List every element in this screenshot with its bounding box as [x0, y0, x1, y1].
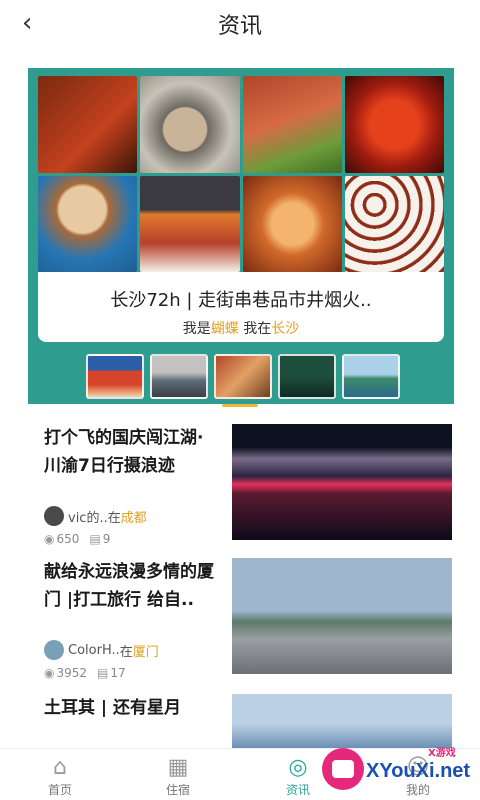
- banner-thumbnail[interactable]: [86, 354, 144, 399]
- author-city: 厦门: [132, 644, 159, 660]
- building-icon: ▦: [167, 755, 189, 780]
- banner-title: 长沙72h | 走街串巷品市井烟火..: [110, 290, 372, 311]
- article-title: 献给永远浪漫多情的厦门 |打工旅行 给自..: [44, 562, 214, 610]
- food-photo: [140, 175, 240, 272]
- site-watermark: X游戏 XYouXi.net: [320, 742, 476, 796]
- article-author: vic的.. 在成都: [44, 506, 147, 526]
- view-count: 650: [56, 532, 80, 546]
- eye-icon: ◉: [44, 532, 55, 546]
- watermark-site-text: XYouXi.net: [366, 760, 471, 782]
- location-prefix: 在: [119, 644, 133, 660]
- subtitle-mid: 我在: [238, 321, 272, 337]
- food-photo: [38, 175, 138, 272]
- banner-author: 蝴蝶: [210, 321, 239, 337]
- article-stats: ◉ 650 ▤ 9: [44, 532, 110, 546]
- food-photo: [344, 175, 444, 272]
- food-photo: [140, 76, 240, 173]
- food-photo: [344, 76, 444, 173]
- comment-icon: ▤: [97, 666, 109, 680]
- home-icon: ⌂: [53, 755, 67, 780]
- food-photo-collage: [38, 76, 444, 272]
- author-city: 成都: [120, 510, 147, 526]
- author-name: ColorH..: [68, 642, 120, 658]
- article-title: 土耳其 | 还有星月: [44, 698, 182, 718]
- watermark-logo-icon: [322, 748, 364, 790]
- article-cover-image: [232, 424, 452, 540]
- banner-thumbnail-strip: [86, 354, 400, 402]
- view-count: 3952: [56, 666, 88, 680]
- comment-count: 17: [110, 666, 126, 680]
- banner-thumbnail[interactable]: [342, 354, 400, 399]
- banner-city: 长沙: [271, 321, 300, 337]
- author-name: vic的..: [68, 510, 108, 526]
- banner-thumbnail[interactable]: [150, 354, 208, 399]
- food-photo: [242, 76, 342, 173]
- back-button[interactable]: ‹: [22, 10, 32, 36]
- food-photo: [38, 76, 138, 173]
- active-thumbnail-indicator: [222, 404, 258, 407]
- article-author: ColorH.. 在厦门: [44, 640, 159, 660]
- featured-banner[interactable]: 长沙72h | 走街串巷品市井烟火.. 我是蝴蝶 我在长沙: [28, 68, 454, 404]
- tab-label: 首页: [47, 783, 72, 797]
- banner-subtitle: 我是蝴蝶 我在长沙: [38, 318, 444, 338]
- watermark-small-text: X游戏: [428, 748, 456, 759]
- tab-home[interactable]: ⌂ 首页: [20, 755, 100, 798]
- tab-lodging[interactable]: ▦ 住宿: [138, 755, 218, 798]
- comment-count: 9: [102, 532, 111, 546]
- article-title: 打个飞的国庆闯江湖·川渝7日行摄浪迹: [44, 428, 204, 476]
- eye-icon: ◉: [44, 666, 55, 680]
- avatar: [44, 506, 64, 526]
- food-photo: [242, 175, 342, 272]
- top-bar: ‹ 资讯: [0, 0, 480, 48]
- subtitle-prefix: 我是: [182, 321, 211, 337]
- banner-thumbnail-active[interactable]: [214, 354, 272, 399]
- article-stats: ◉ 3952 ▤ 17: [44, 666, 126, 680]
- article-cover-image: [232, 558, 452, 674]
- banner-caption: 长沙72h | 走街串巷品市井烟火.. 我是蝴蝶 我在长沙: [38, 272, 444, 342]
- article-cover-image: [232, 694, 452, 748]
- page-title: 资讯: [217, 14, 262, 39]
- location-prefix: 在: [107, 510, 121, 526]
- avatar: [44, 640, 64, 660]
- banner-thumbnail[interactable]: [278, 354, 336, 399]
- tab-label: 住宿: [165, 783, 190, 797]
- comment-icon: ▤: [89, 532, 101, 546]
